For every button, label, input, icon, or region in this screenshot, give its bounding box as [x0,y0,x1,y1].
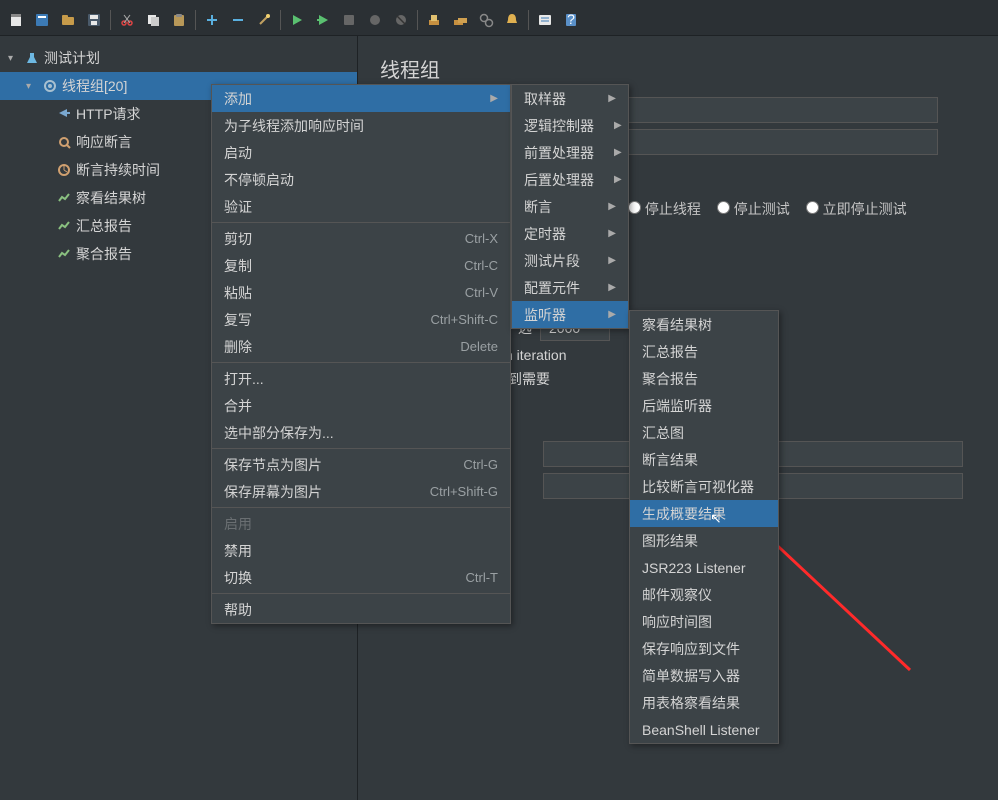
tree-label: 断言持续时间 [76,160,160,180]
node-icon [56,106,72,122]
submenu-item[interactable]: 取样器▶ [512,85,628,112]
flask-icon [24,50,40,66]
menu-item[interactable]: 添加 ▶ [212,85,510,112]
add-submenu: 取样器▶ 逻辑控制器▶ 前置处理器▶ 后置处理器▶ 断言▶ 定时器▶ 测试片段▶… [511,84,629,329]
menu-item[interactable]: 复制 Ctrl-C [212,252,510,279]
submenu-item[interactable]: 监听器▶ [512,301,628,328]
radio-stop-now[interactable]: 立即停止测试 [806,199,907,219]
clear-all-icon[interactable] [448,8,472,32]
needed-label: 到需要 [508,369,550,389]
submenu-item[interactable]: 定时器▶ [512,220,628,247]
listener-item[interactable]: 汇总报告 [630,338,778,365]
wand-icon[interactable] [252,8,276,32]
node-icon [56,218,72,234]
menu-item[interactable]: 删除 Delete [212,333,510,360]
submenu-item[interactable]: 后置处理器▶ [512,166,628,193]
tree-label: 测试计划 [44,48,100,68]
tree-label: 聚合报告 [76,244,132,264]
stop-all-icon[interactable] [389,8,413,32]
listener-item[interactable]: 生成概要结果 [630,500,778,527]
run-noramp-icon[interactable] [311,8,335,32]
listener-item[interactable]: 邮件观察仪 [630,581,778,608]
open-icon[interactable] [56,8,80,32]
radio-stop-test[interactable]: 停止测试 [717,199,790,219]
search-icon[interactable] [474,8,498,32]
listener-item[interactable]: JSR223 Listener [630,554,778,581]
stop-icon[interactable] [337,8,361,32]
submenu-item[interactable]: 断言▶ [512,193,628,220]
submenu-item[interactable]: 逻辑控制器▶ [512,112,628,139]
menu-item[interactable]: 启动 [212,139,510,166]
copy-icon[interactable] [141,8,165,32]
error-action-radios: 停止线程 停止测试 立即停止测试 [628,199,978,219]
function-icon[interactable] [533,8,557,32]
menu-item[interactable]: 验证 [212,193,510,220]
node-icon [56,162,72,178]
menu-item[interactable]: 帮助 [212,596,510,623]
submenu-item[interactable]: 前置处理器▶ [512,139,628,166]
new-file-icon[interactable] [4,8,28,32]
menu-item[interactable]: 打开... [212,365,510,392]
chevron-down-icon: ▾ [8,53,20,64]
listener-item[interactable]: 察看结果树 [630,311,778,338]
node-icon [56,246,72,262]
gear-icon [42,78,58,94]
tree-root[interactable]: ▾ 测试计划 [0,44,357,72]
tree-label: 线程组[20] [62,76,127,96]
listener-item[interactable]: 比较断言可视化器 [630,473,778,500]
svg-text:?: ? [567,12,575,27]
node-icon [56,190,72,206]
tree-label: 汇总报告 [76,216,132,236]
submenu-item[interactable]: 测试片段▶ [512,247,628,274]
menu-item[interactable]: 复写 Ctrl+Shift-C [212,306,510,333]
listener-submenu: 察看结果树汇总报告聚合报告后端监听器汇总图断言结果比较断言可视化器生成概要结果图… [629,310,779,744]
help-icon[interactable]: ? [559,8,583,32]
listener-item[interactable]: 聚合报告 [630,365,778,392]
menu-item[interactable]: 选中部分保存为... [212,419,510,446]
listener-item[interactable]: 断言结果 [630,446,778,473]
listener-item[interactable]: 后端监听器 [630,392,778,419]
listener-item[interactable]: 保存响应到文件 [630,635,778,662]
add-icon[interactable] [200,8,224,32]
menu-item[interactable]: 粘贴 Ctrl-V [212,279,510,306]
listener-item[interactable]: 用表格察看结果 [630,689,778,716]
menu-item[interactable]: 为子线程添加响应时间 [212,112,510,139]
context-menu: 添加 ▶ 为子线程添加响应时间 启动 不停顿启动 验证 剪切 Ctrl-X 复制… [211,84,511,624]
tree-label: 响应断言 [76,132,132,152]
menu-item[interactable]: 启用 [212,510,510,537]
chevron-down-icon: ▾ [26,81,38,92]
shutdown-icon[interactable] [363,8,387,32]
menu-item[interactable]: 保存节点为图片 Ctrl-G [212,451,510,478]
save-icon[interactable] [82,8,106,32]
cut-icon[interactable] [115,8,139,32]
menu-item[interactable]: 切换 Ctrl-T [212,564,510,591]
radio-stop-thread[interactable]: 停止线程 [628,199,701,219]
menu-item[interactable]: 保存屏幕为图片 Ctrl+Shift-G [212,478,510,505]
listener-item[interactable]: 简单数据写入器 [630,662,778,689]
tree-label: HTTP请求 [76,104,141,124]
toolbar: ? [0,4,998,36]
listener-item[interactable]: 响应时间图 [630,608,778,635]
menu-item[interactable]: 合并 [212,392,510,419]
listener-item[interactable]: 图形结果 [630,527,778,554]
run-icon[interactable] [285,8,309,32]
menu-item[interactable]: 禁用 [212,537,510,564]
paste-icon[interactable] [167,8,191,32]
menu-item[interactable]: 剪切 Ctrl-X [212,225,510,252]
listener-item[interactable]: BeanShell Listener [630,716,778,743]
submenu-item[interactable]: 配置元件▶ [512,274,628,301]
bell-icon[interactable] [500,8,524,32]
node-icon [56,134,72,150]
clear-icon[interactable] [422,8,446,32]
tree-label: 察看结果树 [76,188,146,208]
template-icon[interactable] [30,8,54,32]
page-title: 线程组 [380,54,978,83]
remove-icon[interactable] [226,8,250,32]
listener-item[interactable]: 汇总图 [630,419,778,446]
menu-item[interactable]: 不停顿启动 [212,166,510,193]
